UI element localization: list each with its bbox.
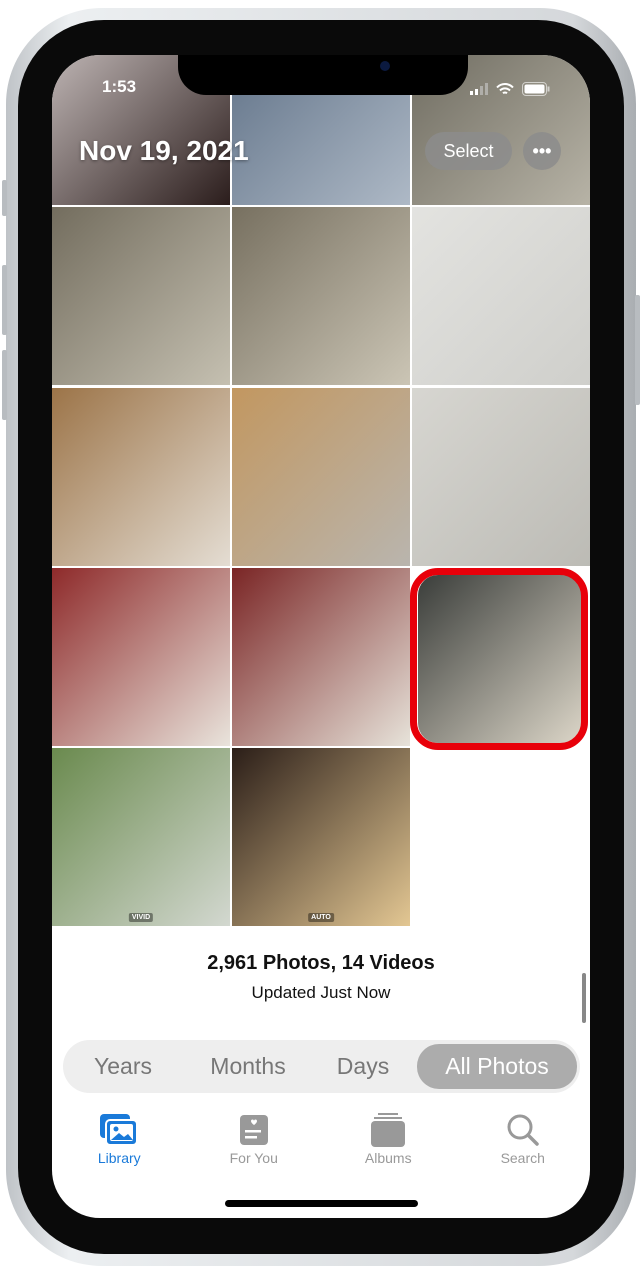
segment-all-photos[interactable]: All Photos [417, 1044, 577, 1089]
photo-thumbnail-kitchen[interactable] [232, 388, 410, 566]
side-button [635, 295, 640, 405]
segment-months[interactable]: Months [183, 1053, 313, 1080]
photo-thumbnail-handwritten-recipe[interactable] [232, 568, 410, 746]
photo-library-icon [99, 1110, 139, 1150]
library-counts: 2,961 Photos, 14 Videos [207, 952, 435, 974]
scrollbar[interactable] [582, 973, 586, 1023]
signal-icon [470, 83, 488, 95]
search-icon [506, 1110, 540, 1150]
mute-switch [2, 180, 7, 216]
tab-label: For You [229, 1150, 278, 1166]
updated-status: Updated Just Now [251, 983, 391, 1002]
tab-albums[interactable]: Albums [321, 1110, 456, 1166]
screen: VIVID AUTO 1:53 Nov 19, 2021 Select ••• 2… [52, 55, 590, 1218]
photo-badge: AUTO [308, 913, 334, 922]
photo-thumbnail-handwritten-recipe[interactable] [52, 568, 230, 746]
notch [178, 55, 468, 95]
photo-thumbnail-recipe-card[interactable] [412, 388, 590, 566]
view-segmented-control: Years Months Days All Photos [63, 1040, 580, 1093]
photo-thumbnail-living-room[interactable] [52, 388, 230, 566]
more-button[interactable]: ••• [523, 132, 561, 170]
photo-thumbnail-deck-snail[interactable] [52, 207, 230, 385]
tab-for-you[interactable]: For You [187, 1110, 322, 1166]
albums-icon [370, 1110, 406, 1150]
photo-badge: VIVID [128, 913, 154, 922]
photo-thumbnail-recipe-page[interactable] [412, 207, 590, 385]
highlight-ring [410, 568, 588, 750]
photo-thumbnail-berries[interactable]: VIVID [52, 748, 230, 926]
wifi-icon [496, 82, 514, 94]
status-icons [470, 82, 550, 96]
camera [380, 61, 390, 71]
battery-icon [522, 82, 550, 96]
select-button[interactable]: Select [425, 132, 512, 170]
tab-bar: Library For You Albums Search [52, 1110, 590, 1166]
volume-up-button [2, 265, 7, 335]
photo-thumbnail-deck-snail[interactable] [232, 207, 410, 385]
volume-down-button [2, 350, 7, 420]
photo-thumbnail-food-plates[interactable]: AUTO [232, 748, 410, 926]
status-time: 1:53 [102, 77, 137, 96]
date-title: Nov 19, 2021 [79, 135, 249, 166]
home-indicator[interactable] [225, 1200, 418, 1207]
tab-label: Search [500, 1150, 545, 1166]
tab-label: Library [97, 1150, 141, 1166]
segment-days[interactable]: Days [313, 1053, 413, 1080]
tab-search[interactable]: Search [456, 1110, 591, 1166]
tab-library[interactable]: Library [52, 1110, 187, 1166]
for-you-icon [238, 1110, 270, 1150]
segment-years[interactable]: Years [63, 1053, 183, 1080]
tab-label: Albums [364, 1150, 412, 1166]
